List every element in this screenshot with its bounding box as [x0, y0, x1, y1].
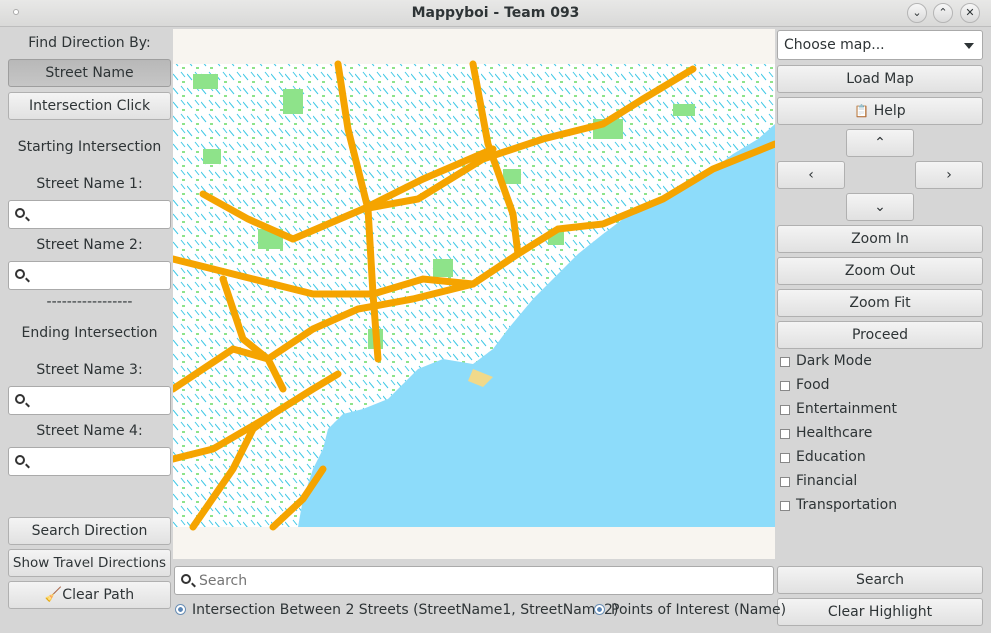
intersection-radio-label[interactable]: Intersection Between 2 Streets (StreetNa… — [192, 602, 618, 618]
chevron-down-icon: ⌄ — [874, 199, 886, 215]
chevron-right-icon: › — [946, 167, 952, 183]
street-name-4-input[interactable] — [8, 447, 171, 476]
street-name-2-input[interactable] — [8, 261, 171, 290]
zoom-fit-button[interactable]: Zoom Fit — [777, 289, 983, 317]
map-select[interactable]: Choose map... — [777, 30, 983, 60]
pan-left-button[interactable]: ‹ — [777, 161, 845, 189]
help-icon: 📋 — [854, 104, 870, 118]
search-icon — [181, 574, 191, 584]
dropdown-arrow-icon — [964, 43, 974, 49]
ending-intersection-label: Ending Intersection — [21, 325, 158, 341]
map-drawing[interactable] — [173, 29, 775, 559]
help-button[interactable]: 📋 Help — [777, 97, 983, 125]
show-travel-directions-button[interactable]: Show Travel Directions — [8, 549, 171, 577]
window-title: Mappyboi - Team 093 — [411, 5, 580, 21]
clear-path-button[interactable]: 🧹Clear Path — [8, 581, 171, 609]
street-name-4-label: Street Name 4: — [36, 423, 143, 439]
find-by-label: Find Direction By: — [28, 35, 151, 51]
proceed-button[interactable]: Proceed — [777, 321, 983, 349]
title-bar: Mappyboi - Team 093 ⌄ ⌃ ✕ — [0, 0, 991, 27]
search-direction-button[interactable]: Search Direction — [8, 517, 171, 545]
intersection-click-button[interactable]: Intersection Click — [8, 92, 171, 120]
street-name-3-input[interactable] — [8, 386, 171, 415]
chevron-left-icon: ‹ — [808, 167, 814, 183]
close-icon[interactable]: ✕ — [960, 3, 980, 23]
zoom-in-button[interactable]: Zoom In — [777, 225, 983, 253]
map-canvas[interactable] — [173, 29, 775, 559]
chevron-up-icon: ⌃ — [874, 135, 886, 151]
search-button[interactable]: Search — [777, 566, 983, 594]
search-field[interactable] — [199, 570, 769, 591]
zoom-out-button[interactable]: Zoom Out — [777, 257, 983, 285]
maximize-icon[interactable]: ⌃ — [933, 3, 953, 23]
clear-path-label: Clear Path — [62, 587, 135, 603]
pan-right-button[interactable]: › — [915, 161, 983, 189]
pan-down-button[interactable]: ⌄ — [846, 193, 914, 221]
minimize-icon[interactable]: ⌄ — [907, 3, 927, 23]
map-select-value: Choose map... — [784, 37, 885, 53]
clear-highlight-button[interactable]: Clear Highlight — [777, 598, 983, 626]
search-icon — [15, 208, 25, 218]
search-input[interactable] — [174, 566, 774, 595]
divider-text: ----------------- — [46, 294, 133, 310]
street-name-2-label: Street Name 2: — [36, 237, 143, 253]
street-name-button[interactable]: Street Name — [8, 59, 171, 87]
poi-radio[interactable] — [594, 604, 605, 615]
search-icon — [15, 455, 25, 465]
street-name-1-input[interactable] — [8, 200, 171, 229]
search-icon — [15, 269, 25, 279]
poi-radio-label[interactable]: Points of Interest (Name) — [611, 602, 786, 618]
street-name-1-label: Street Name 1: — [36, 176, 143, 192]
help-label: Help — [873, 103, 906, 119]
broom-icon: 🧹 — [44, 587, 63, 603]
pan-up-button[interactable]: ⌃ — [846, 129, 914, 157]
search-icon — [15, 394, 25, 404]
starting-intersection-label: Starting Intersection — [17, 139, 162, 155]
load-map-button[interactable]: Load Map — [777, 65, 983, 93]
intersection-radio[interactable] — [175, 604, 186, 615]
street-name-3-label: Street Name 3: — [36, 362, 143, 378]
